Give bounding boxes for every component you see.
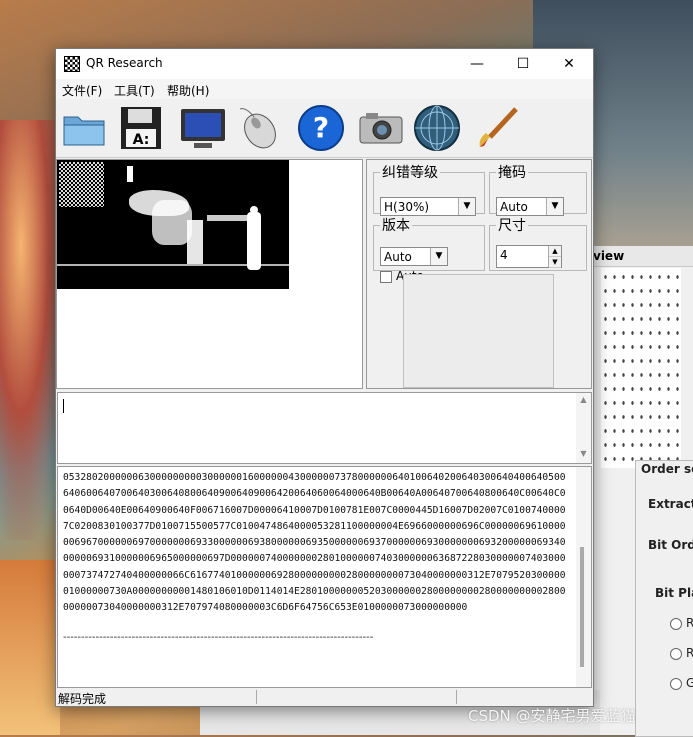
spinner-arrows[interactable]: ▲ ▼ bbox=[548, 246, 561, 268]
menu-tools[interactable]: 工具(T) bbox=[114, 82, 155, 99]
menu-help[interactable]: 帮助(H) bbox=[167, 82, 209, 99]
menu-bar: 文件(F) 工具(T) 帮助(H) bbox=[56, 79, 593, 99]
toolbar: A: ? bbox=[56, 99, 593, 158]
qr-image-preview bbox=[57, 160, 289, 289]
decoded-hex-text: 0532802000000630000000003000000160000004… bbox=[63, 472, 566, 614]
version-select[interactable]: Auto ▼ bbox=[380, 247, 448, 266]
scroll-up-icon[interactable]: ▲ bbox=[576, 395, 591, 407]
chevron-down-icon: ▼ bbox=[546, 198, 563, 215]
monitor-icon[interactable] bbox=[178, 103, 228, 153]
extract-label: Extract bbox=[648, 497, 693, 511]
scroll-down-icon[interactable]: ▼ bbox=[576, 449, 591, 461]
version-label: 版本 bbox=[382, 218, 410, 234]
qr-output-preview bbox=[403, 274, 554, 388]
ecc-select[interactable]: H(30%) ▼ bbox=[380, 197, 476, 216]
menu-file[interactable]: 文件(F) bbox=[62, 82, 102, 99]
qr-research-window: QR Research — ☐ ✕ 文件(F) 工具(T) 帮助(H) A: ?… bbox=[55, 48, 594, 707]
decode-output-area[interactable]: 0532802000000630000000003000000160000004… bbox=[57, 466, 592, 688]
radio-g[interactable] bbox=[670, 678, 682, 690]
qr-app-icon bbox=[64, 56, 80, 72]
mask-select[interactable]: Auto ▼ bbox=[496, 197, 564, 216]
close-button[interactable]: ✕ bbox=[546, 49, 592, 79]
output-separator: ----------------------------------------… bbox=[63, 632, 374, 643]
save-floppy-icon[interactable]: A: bbox=[116, 103, 166, 153]
bit-order-label: Bit Orde bbox=[648, 538, 693, 552]
background-window: view Order set Extract Bit Orde Bit Plan… bbox=[590, 246, 693, 737]
version-group: 版本 Auto ▼ Auto bbox=[373, 215, 485, 283]
open-folder-icon[interactable] bbox=[60, 103, 110, 153]
window-title: QR Research bbox=[86, 56, 163, 70]
mouse-icon[interactable] bbox=[234, 103, 284, 153]
input-scrollbar[interactable]: ▲ ▼ bbox=[576, 393, 591, 463]
title-bar[interactable]: QR Research — ☐ ✕ bbox=[56, 49, 593, 79]
size-group: 尺寸 4 ▲ ▼ bbox=[489, 215, 587, 271]
size-spinner[interactable]: 4 ▲ ▼ bbox=[496, 245, 562, 268]
version-auto-checkbox[interactable] bbox=[380, 271, 392, 283]
wallpaper-ground bbox=[0, 560, 60, 735]
qr-noise-block bbox=[59, 162, 104, 207]
radio-r1[interactable] bbox=[670, 618, 682, 630]
globe-icon[interactable] bbox=[412, 103, 462, 153]
background-window-header: view bbox=[591, 246, 693, 267]
ecc-group: 纠错等级 H(30%) ▼ bbox=[373, 162, 485, 216]
bit-plane-label: Bit Plan bbox=[655, 586, 693, 600]
mask-group: 掩码 Auto ▼ bbox=[489, 162, 587, 216]
camera-icon[interactable] bbox=[356, 103, 406, 153]
scroll-thumb[interactable] bbox=[580, 547, 584, 667]
svg-text:A:: A: bbox=[133, 132, 150, 148]
text-caret bbox=[63, 399, 64, 413]
input-text-area[interactable]: ▲ ▼ bbox=[57, 392, 592, 464]
options-panel: 纠错等级 H(30%) ▼ 掩码 Auto ▼ 版本 Auto ▼ Auto 尺… bbox=[366, 159, 592, 389]
csdn-watermark: CSDN @安静宅男爱蓝猫 bbox=[468, 707, 636, 725]
maximize-button[interactable]: ☐ bbox=[500, 49, 546, 79]
minimize-button[interactable]: — bbox=[454, 49, 500, 79]
order-settings-label: Order set bbox=[641, 462, 693, 476]
bit-preview-grid bbox=[601, 268, 681, 468]
status-bar: 解码完成 bbox=[56, 688, 593, 706]
mask-label: 掩码 bbox=[498, 165, 526, 181]
help-icon[interactable]: ? bbox=[296, 103, 346, 153]
brush-icon[interactable] bbox=[474, 103, 524, 153]
chevron-down-icon: ▼ bbox=[458, 198, 475, 215]
image-panel bbox=[56, 159, 363, 389]
output-scrollbar[interactable] bbox=[576, 467, 591, 687]
radio-r2[interactable] bbox=[670, 648, 682, 660]
status-text: 解码完成 bbox=[58, 692, 107, 706]
svg-text:?: ? bbox=[313, 111, 329, 144]
size-label: 尺寸 bbox=[498, 218, 526, 234]
ecc-label: 纠错等级 bbox=[382, 165, 438, 181]
chevron-down-icon: ▼ bbox=[430, 248, 447, 265]
